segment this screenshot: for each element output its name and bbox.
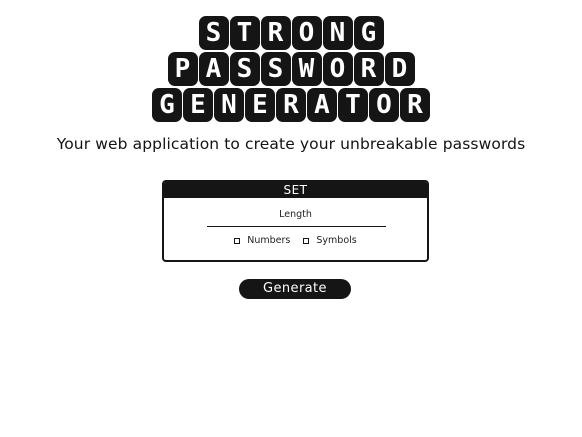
title-letter: S (229, 52, 260, 86)
title-row-password: P A S S W O R D (167, 52, 415, 86)
title-letter: G (152, 88, 182, 122)
title-letter: T (338, 88, 368, 122)
symbols-label: Symbols (316, 235, 357, 246)
title-letter: R (353, 52, 384, 86)
length-label: Length (279, 209, 312, 220)
title-letter: A (198, 52, 229, 86)
title-letter: E (245, 88, 275, 122)
title-letter: O (322, 52, 353, 86)
options-row: Numbers Symbols (164, 235, 427, 246)
generate-button[interactable]: Generate (239, 279, 351, 299)
title-letter: R (400, 88, 430, 122)
panel-header: SET (164, 182, 427, 198)
title-letter: R (260, 16, 291, 50)
title-row-strong: S T R O N G (198, 16, 384, 50)
option-numbers[interactable]: Numbers (234, 235, 290, 246)
numbers-checkbox[interactable] (234, 237, 241, 244)
app-subtitle: Your web application to create your unbr… (56, 135, 526, 153)
length-slider[interactable] (207, 226, 386, 227)
title-letter: T (229, 16, 260, 50)
title-letter: S (198, 16, 229, 50)
title-letter: D (384, 52, 415, 86)
title-letter: N (322, 16, 353, 50)
title-letter: O (291, 16, 322, 50)
title-letter: A (307, 88, 337, 122)
title-letter: S (260, 52, 291, 86)
title-letter: G (353, 16, 384, 50)
title-letter: P (167, 52, 198, 86)
title-letter: E (183, 88, 213, 122)
title-letter: W (291, 52, 322, 86)
symbols-checkbox[interactable] (303, 237, 310, 244)
title-letter: R (276, 88, 306, 122)
numbers-label: Numbers (247, 235, 291, 246)
title-letter: O (369, 88, 399, 122)
settings-panel: SET Length Numbers Symbols (162, 180, 429, 262)
app-title: S T R O N G P A S S W O R D G E N E R A … (0, 16, 582, 124)
title-row-generator: G E N E R A T O R (152, 88, 430, 122)
title-letter: N (214, 88, 244, 122)
option-symbols[interactable]: Symbols (303, 235, 357, 246)
